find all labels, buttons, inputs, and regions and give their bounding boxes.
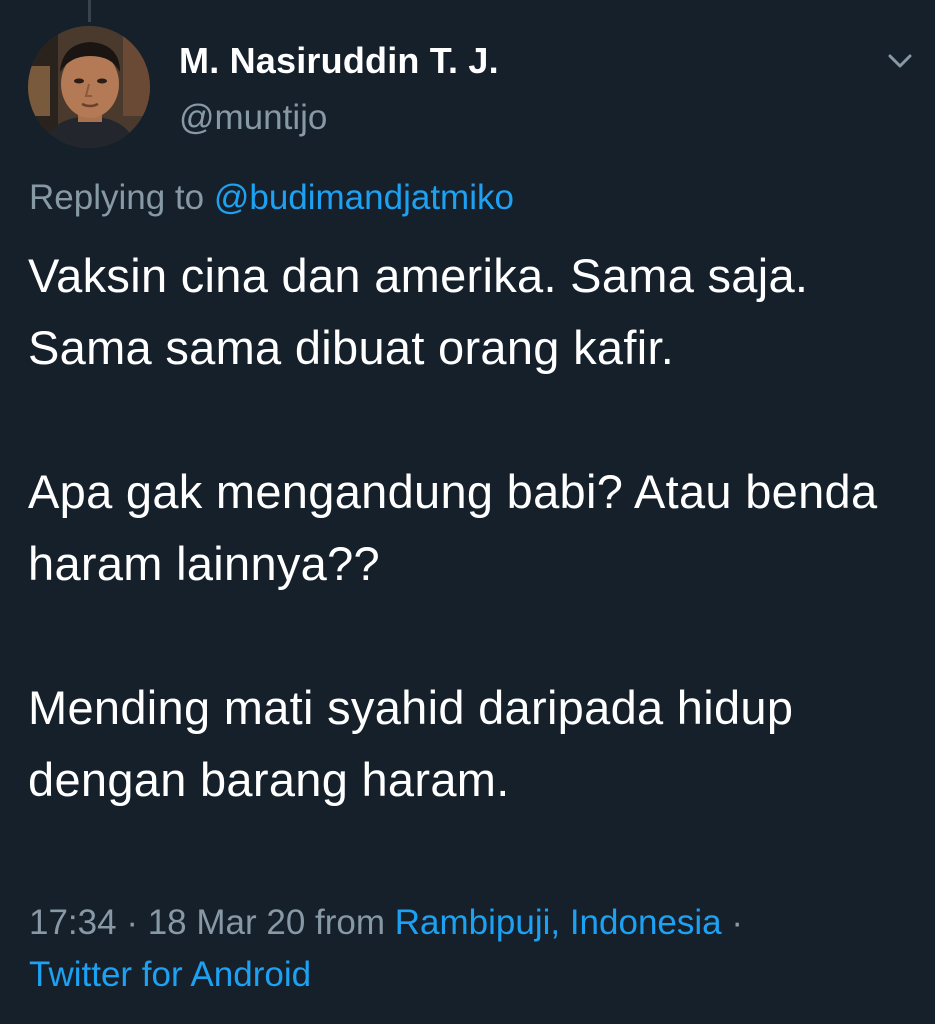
avatar[interactable] xyxy=(28,26,150,148)
chevron-down-icon[interactable] xyxy=(880,46,920,76)
client-link[interactable]: Twitter for Android xyxy=(29,955,311,994)
avatar-image xyxy=(28,26,150,148)
location-link[interactable]: Rambipuji, Indonesia xyxy=(395,903,722,942)
display-name[interactable]: M. Nasiruddin T. J. xyxy=(179,40,499,82)
tweet-text: Vaksin cina dan amerika. Sama saja. Sama… xyxy=(28,240,908,816)
reply-mention-link[interactable]: @budimandjatmiko xyxy=(214,178,514,217)
username[interactable]: @muntijo xyxy=(179,98,327,138)
meta-separator: · xyxy=(116,903,148,942)
meta-separator: · xyxy=(721,903,744,942)
tweet-time[interactable]: 17:34 xyxy=(29,903,117,942)
replying-to-label: Replying to xyxy=(29,178,214,217)
replying-to: Replying to @budimandjatmiko xyxy=(29,178,514,218)
from-label: from xyxy=(305,903,395,942)
tweet-paragraph: Vaksin cina dan amerika. Sama saja. Sama… xyxy=(28,249,809,374)
tweet-paragraph: Apa gak mengandung babi? Atau benda hara… xyxy=(28,465,878,590)
tweet-metadata: 17:34 · 18 Mar 20 from Rambipuji, Indone… xyxy=(29,897,909,1001)
thread-connector-line xyxy=(88,0,91,22)
tweet-date[interactable]: 18 Mar 20 xyxy=(148,903,306,942)
tweet-paragraph: Mending mati syahid daripada hidup denga… xyxy=(28,681,794,806)
